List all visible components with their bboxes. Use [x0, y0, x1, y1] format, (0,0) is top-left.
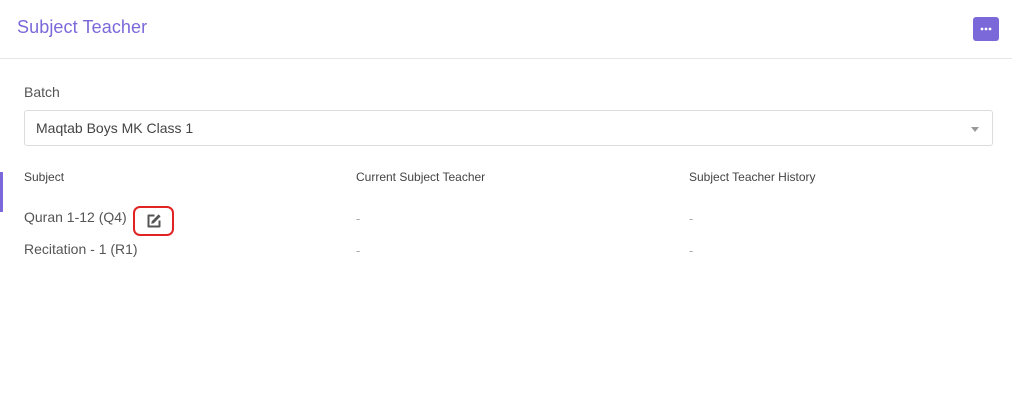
table-row: Quran 1-12 (Q4) - - — [0, 206, 1012, 236]
caret-down-icon — [971, 127, 979, 132]
page-title: Subject Teacher — [17, 17, 148, 37]
current-teacher-cell: - — [356, 211, 361, 226]
card-header: Subject Teacher — [0, 0, 1012, 59]
teacher-history-cell: - — [689, 211, 694, 226]
edit-icon — [147, 214, 161, 228]
column-header-current-teacher: Current Subject Teacher — [356, 170, 486, 184]
batch-select[interactable]: Maqtab Boys MK Class 1 — [24, 110, 993, 146]
current-teacher-cell: - — [356, 243, 361, 258]
subject-teacher-page: Subject Teacher Batch Maqtab Boys MK Cla… — [0, 0, 1012, 419]
batch-label: Batch — [24, 84, 60, 100]
teacher-history-cell: - — [689, 243, 694, 258]
batch-select-value: Maqtab Boys MK Class 1 — [36, 120, 194, 136]
more-options-button[interactable] — [973, 17, 999, 41]
column-header-teacher-history: Subject Teacher History — [689, 170, 816, 184]
more-horizontal-icon — [980, 27, 992, 31]
table-row: Recitation - 1 (R1) - - — [0, 238, 1012, 262]
subject-cell: Recitation - 1 (R1) — [24, 241, 138, 257]
edit-subject-teacher-button[interactable] — [133, 206, 174, 236]
column-header-subject: Subject — [24, 170, 65, 184]
subject-cell: Quran 1-12 (Q4) — [24, 209, 127, 225]
